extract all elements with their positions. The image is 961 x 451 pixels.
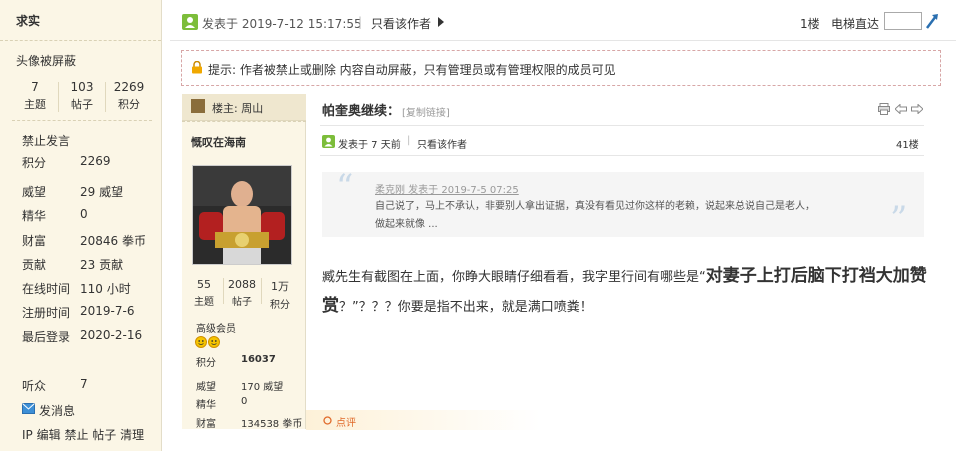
caret-right-icon xyxy=(438,17,444,27)
profile-label: 精华 xyxy=(22,209,47,223)
stat-posts[interactable]: 2088 帖子 xyxy=(224,278,260,308)
profile-label: 注册时间 xyxy=(22,306,71,320)
separator: | xyxy=(407,135,411,146)
divider xyxy=(320,155,924,156)
quote-text-line: 做起来就像 ... xyxy=(375,219,438,230)
profile-value: 16037 xyxy=(241,354,276,365)
profile-label: 贡献 xyxy=(22,258,47,272)
blocked-notice: 提示: 作者被禁止或删除 内容自动屏蔽，只有管理员或有管理权限的成员可见 xyxy=(181,50,941,86)
inner-post-time: 发表于 7 天前 xyxy=(338,140,401,151)
profile-value: 0 xyxy=(241,396,248,407)
comment-button[interactable]: 点评 xyxy=(336,414,356,429)
profile-value: 0 xyxy=(80,207,88,221)
thread-owner-bar: 楼主: 周山 xyxy=(182,94,306,121)
close-quote-icon: ” xyxy=(890,199,908,239)
elevator-label: 电梯直达 xyxy=(831,17,880,31)
owner-label: 楼主: 周山 xyxy=(212,102,264,115)
open-quote-icon: “ xyxy=(336,167,354,207)
quote-block: “ 柔克刚 发表于 2019-7-5 07:25 自己说了，马上不承认，非要别人… xyxy=(322,167,924,239)
rank-icons xyxy=(195,336,221,351)
comment-bar: 点评 xyxy=(306,410,540,430)
owner-name: 周山 xyxy=(241,102,264,115)
listeners-count[interactable]: 7 xyxy=(80,377,88,391)
print-icon[interactable] xyxy=(878,103,890,115)
stat-posts[interactable]: 103 帖子 xyxy=(59,80,105,112)
profile-label: 积分 xyxy=(22,156,47,170)
profile-label: 财富 xyxy=(196,419,216,430)
stat-points[interactable]: 2269 积分 xyxy=(106,80,152,112)
listeners-label: 听众 xyxy=(22,379,47,393)
stat-threads[interactable]: 55 主题 xyxy=(186,278,222,308)
lock-icon xyxy=(192,61,202,74)
profile-value: 29 威望 xyxy=(80,185,124,199)
quote-author[interactable]: 柔克刚 发表于 2019-7-5 07:25 xyxy=(375,181,519,196)
inner-avatar[interactable] xyxy=(192,165,292,265)
quote-text-line: 自己说了，马上不承认，非要别人拿出证据，真没有看见过你这样的老赖，说起来总说自己… xyxy=(375,201,815,212)
prev-thread-icon[interactable] xyxy=(895,104,907,114)
profile-value: 2020-2-16 xyxy=(80,328,143,342)
member-group[interactable]: 高级会员 xyxy=(196,320,236,335)
stat-points[interactable]: 1万 积分 xyxy=(262,278,298,311)
profile-label: 最后登录 xyxy=(22,330,71,344)
copy-link-button[interactable]: [复制链接] xyxy=(402,104,450,119)
inner-author-name[interactable]: 慨叹在海南 xyxy=(191,134,246,150)
post-time: 发表于 2019-7-12 15:17:55 xyxy=(202,17,362,31)
admin-link-posts[interactable]: 帖子 xyxy=(92,428,116,442)
body-text: ？”？？？你要是指不出来，就是满口喷粪！ xyxy=(339,300,593,315)
admin-link-clean[interactable]: 清理 xyxy=(120,428,144,442)
smiley-rank-icon xyxy=(195,336,220,348)
boxer-avatar-image xyxy=(193,166,291,264)
admin-link-ban[interactable]: 禁止 xyxy=(64,428,88,442)
inner-author-stats: 55 主题 2088 帖子 1万 积分 xyxy=(186,278,298,311)
profile-label: 精华 xyxy=(196,400,216,411)
author-stats: 7 主题 103 帖子 2269 积分 xyxy=(12,80,152,116)
stat-threads[interactable]: 7 主题 xyxy=(12,80,58,112)
admin-link-edit[interactable]: 编辑 xyxy=(37,428,61,442)
inner-only-author-link[interactable]: 只看该作者 xyxy=(417,136,467,151)
admin-link-ip[interactable]: IP xyxy=(22,428,33,442)
envelope-icon xyxy=(22,403,35,414)
author-sidebar: 求实 头像被屏蔽 7 主题 103 帖子 2269 积分 禁止发言 积分 226… xyxy=(0,0,162,451)
separator: | xyxy=(358,15,363,29)
profile-label: 威望 xyxy=(196,382,216,393)
send-message-label: 发消息 xyxy=(39,404,76,418)
profile-value: 2019-7-6 xyxy=(80,304,135,318)
ban-status: 禁止发言 xyxy=(22,134,71,148)
body-text: 臧先生有截图在上面，你睁大眼睛仔细看看，我字里行间有哪些是“ xyxy=(322,270,706,285)
only-author-link[interactable]: 只看该作者 xyxy=(371,15,431,32)
profile-value: 2269 xyxy=(80,154,111,168)
inner-post-body: 臧先生有截图在上面，你睁大眼睛仔细看看，我字里行间有哪些是“对妻子上打后脑下打裆… xyxy=(322,262,932,322)
profile-value: 170 威望 xyxy=(241,382,284,393)
profile-label: 在线时间 xyxy=(22,282,71,296)
avatar-blocked-text: 头像被屏蔽 xyxy=(16,54,77,68)
divider xyxy=(182,121,306,123)
profile-value: 20846 拳币 xyxy=(80,234,146,248)
inner-thread-title: 帕奎奥继续： xyxy=(322,104,401,119)
profile-value: 110 小时 xyxy=(80,282,131,296)
inner-post-status-icon xyxy=(322,135,335,148)
divider xyxy=(320,125,924,126)
author-name[interactable]: 求实 xyxy=(16,12,40,29)
profile-label: 威望 xyxy=(22,185,47,199)
notice-text: 提示: 作者被禁止或删除 内容自动屏蔽，只有管理员或有管理权限的成员可见 xyxy=(208,63,616,77)
inner-floor-number[interactable]: 41楼 xyxy=(896,136,919,151)
elevator-input[interactable] xyxy=(884,12,922,30)
divider xyxy=(12,120,152,122)
floor-number[interactable]: 1楼 xyxy=(800,15,820,32)
profile-value: 23 贡献 xyxy=(80,258,124,272)
post-status-icon xyxy=(182,14,198,30)
profile-label: 积分 xyxy=(196,358,216,369)
profile-label: 财富 xyxy=(22,234,47,248)
header-divider xyxy=(170,40,956,41)
comment-icon xyxy=(323,416,332,425)
next-thread-icon[interactable] xyxy=(911,104,923,114)
go-arrow-icon[interactable] xyxy=(924,12,940,30)
author-header: 求实 xyxy=(0,0,161,41)
owner-avatar-icon xyxy=(191,99,205,113)
admin-links: IP 编辑 禁止 帖子 清理 xyxy=(22,426,144,443)
profile-value: 134538 拳币 xyxy=(241,419,303,430)
